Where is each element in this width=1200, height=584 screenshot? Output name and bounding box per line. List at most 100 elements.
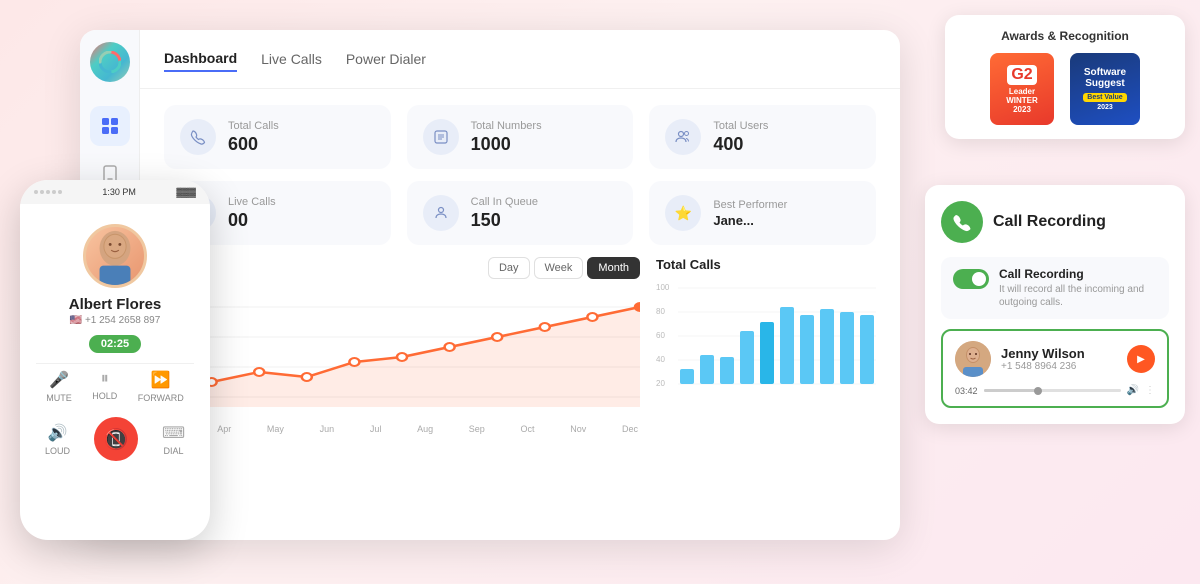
contact-number: 🇺🇸 +1 254 2658 897 xyxy=(36,315,194,326)
main-content: Dashboard Live Calls Power Dialer Total … xyxy=(140,30,900,540)
mute-icon: 🎤 xyxy=(49,370,69,390)
awards-title: Awards & Recognition xyxy=(961,29,1169,43)
live-calls-label: Live Calls xyxy=(228,196,276,208)
phone-body: Albert Flores 🇺🇸 +1 254 2658 897 02:25 🎤… xyxy=(20,204,210,481)
call-queue-value: 150 xyxy=(471,210,538,231)
stat-total-numbers: Total Numbers 1000 xyxy=(407,105,634,169)
total-users-value: 400 xyxy=(713,134,768,155)
sw-year: 2023 xyxy=(1097,104,1113,111)
hold-action[interactable]: ⏸ HOLD xyxy=(92,370,117,403)
jenny-name: Jenny Wilson xyxy=(1001,346,1085,361)
mute-action[interactable]: 🎤 MUTE xyxy=(46,370,72,403)
svg-text:40: 40 xyxy=(656,355,665,364)
jenny-number: +1 548 8964 236 xyxy=(1001,361,1085,372)
svg-text:100: 100 xyxy=(656,283,670,292)
forward-label: FORWARD xyxy=(138,393,184,403)
svg-text:60: 60 xyxy=(656,331,665,340)
jenny-play-button[interactable]: ▶ xyxy=(1127,345,1155,373)
end-call-button[interactable]: 📵 xyxy=(94,417,138,461)
phone-mockup: 1:30 PM ▓▓▓ Albert Flores 🇺🇸 +1 254 2658… xyxy=(20,180,210,540)
volume-icon: 🔊 xyxy=(1127,385,1139,396)
bar-chart-section: Total Calls 100 80 60 40 20 xyxy=(656,257,876,434)
g2-leader: Leader xyxy=(1009,87,1035,96)
toggle-label: Call Recording xyxy=(999,267,1157,281)
bar-chart: 100 80 60 40 20 xyxy=(656,278,876,408)
jenny-top-row: Jenny Wilson +1 548 8964 236 ▶ xyxy=(955,341,1155,377)
player-bar[interactable] xyxy=(984,389,1121,392)
phone-icon xyxy=(180,119,216,155)
svg-text:20: 20 xyxy=(656,379,665,388)
jenny-wilson-card: Jenny Wilson +1 548 8964 236 ▶ 03:42 🔊 ⋮ xyxy=(941,329,1169,408)
line-chart-section: Day Week Month xyxy=(164,257,640,434)
loud-action[interactable]: 🔊 LOUD xyxy=(45,423,70,456)
toggle-row: Call Recording It will record all the in… xyxy=(941,257,1169,319)
call-recording-card: Call Recording Call Recording It will re… xyxy=(925,185,1185,424)
phone-actions-row: 🎤 MUTE ⏸ HOLD ⏩ FORWARD xyxy=(36,363,194,409)
stat-best-performer: ⭐ Best Performer Jane... xyxy=(649,181,876,245)
player-progress xyxy=(984,389,1039,392)
player-time: 03:42 xyxy=(955,386,978,396)
g2-badge: G2 Leader WINTER 2023 xyxy=(990,53,1054,125)
forward-icon: ⏩ xyxy=(151,370,171,390)
numbers-icon xyxy=(423,119,459,155)
g2-logo: G2 xyxy=(1007,65,1036,85)
nav-power-dialer[interactable]: Power Dialer xyxy=(346,47,426,71)
header-nav: Dashboard Live Calls Power Dialer xyxy=(140,30,900,89)
nav-dashboard[interactable]: Dashboard xyxy=(164,46,237,72)
chart-month-btn[interactable]: Month xyxy=(587,257,640,279)
g2-year: 2023 xyxy=(1013,105,1031,114)
nav-live-calls[interactable]: Live Calls xyxy=(261,47,322,71)
stats-row-2: Live Calls 00 Call In Queue 150 ⭐ xyxy=(140,169,900,245)
call-recording-icon xyxy=(941,201,983,243)
more-icon[interactable]: ⋮ xyxy=(1145,385,1155,396)
hold-icon: ⏸ xyxy=(101,370,109,388)
queue-icon xyxy=(423,195,459,231)
sw-best-value: Best Value xyxy=(1083,93,1126,102)
x-axis-labels: MarAprMayJunJul AugSepOctNovDec xyxy=(164,424,640,434)
battery-icon: ▓▓▓ xyxy=(176,187,196,197)
chart-section: Day Week Month xyxy=(140,245,900,434)
jenny-player: 03:42 🔊 ⋮ xyxy=(955,385,1155,396)
total-numbers-label: Total Numbers xyxy=(471,120,542,132)
phone-status-bar: 1:30 PM ▓▓▓ xyxy=(20,180,210,204)
total-users-label: Total Users xyxy=(713,120,768,132)
call-timer: 02:25 xyxy=(89,335,141,353)
stat-total-calls: Total Calls 600 xyxy=(164,105,391,169)
chart-week-btn[interactable]: Week xyxy=(534,257,584,279)
contact-name: Albert Flores xyxy=(36,296,194,313)
hold-label: HOLD xyxy=(92,391,117,401)
users-icon xyxy=(665,119,701,155)
best-performer-value: Jane... xyxy=(713,213,787,228)
loud-icon: 🔊 xyxy=(47,423,67,443)
call-recording-title: Call Recording xyxy=(993,213,1106,231)
svg-text:80: 80 xyxy=(656,307,665,316)
call-queue-label: Call In Queue xyxy=(471,196,538,208)
dial-icon: ⌨ xyxy=(162,423,185,443)
total-calls-value: 600 xyxy=(228,134,279,155)
sidebar-item-dashboard[interactable] xyxy=(90,106,130,146)
app-logo[interactable] xyxy=(90,42,130,82)
mute-label: MUTE xyxy=(46,393,72,403)
player-dot xyxy=(1034,387,1042,395)
dial-action[interactable]: ⌨ DIAL xyxy=(162,423,185,456)
forward-action[interactable]: ⏩ FORWARD xyxy=(138,370,184,403)
stat-call-queue: Call In Queue 150 xyxy=(407,181,634,245)
chart-day-btn[interactable]: Day xyxy=(488,257,530,279)
total-calls-label: Total Calls xyxy=(228,120,279,132)
best-performer-label: Best Performer xyxy=(713,199,787,211)
call-recording-header: Call Recording xyxy=(941,201,1169,243)
toggle-desc: It will record all the incoming and outg… xyxy=(999,283,1157,309)
phone-end-row: 🔊 LOUD 📵 ⌨ DIAL xyxy=(36,409,194,469)
awards-card: Awards & Recognition G2 Leader WINTER 20… xyxy=(945,15,1185,139)
sw-logo: SoftwareSuggest xyxy=(1084,67,1126,89)
bar-chart-title: Total Calls xyxy=(656,257,876,272)
stat-total-users: Total Users 400 xyxy=(649,105,876,169)
dial-label: DIAL xyxy=(163,446,183,456)
loud-label: LOUD xyxy=(45,446,70,456)
stats-row-1: Total Calls 600 Total Numbers 1000 xyxy=(140,89,900,169)
line-chart xyxy=(164,287,640,417)
phone-time: 1:30 PM xyxy=(102,187,136,197)
live-calls-value: 00 xyxy=(228,210,276,231)
call-recording-toggle[interactable] xyxy=(953,269,989,289)
contact-avatar xyxy=(83,224,147,288)
